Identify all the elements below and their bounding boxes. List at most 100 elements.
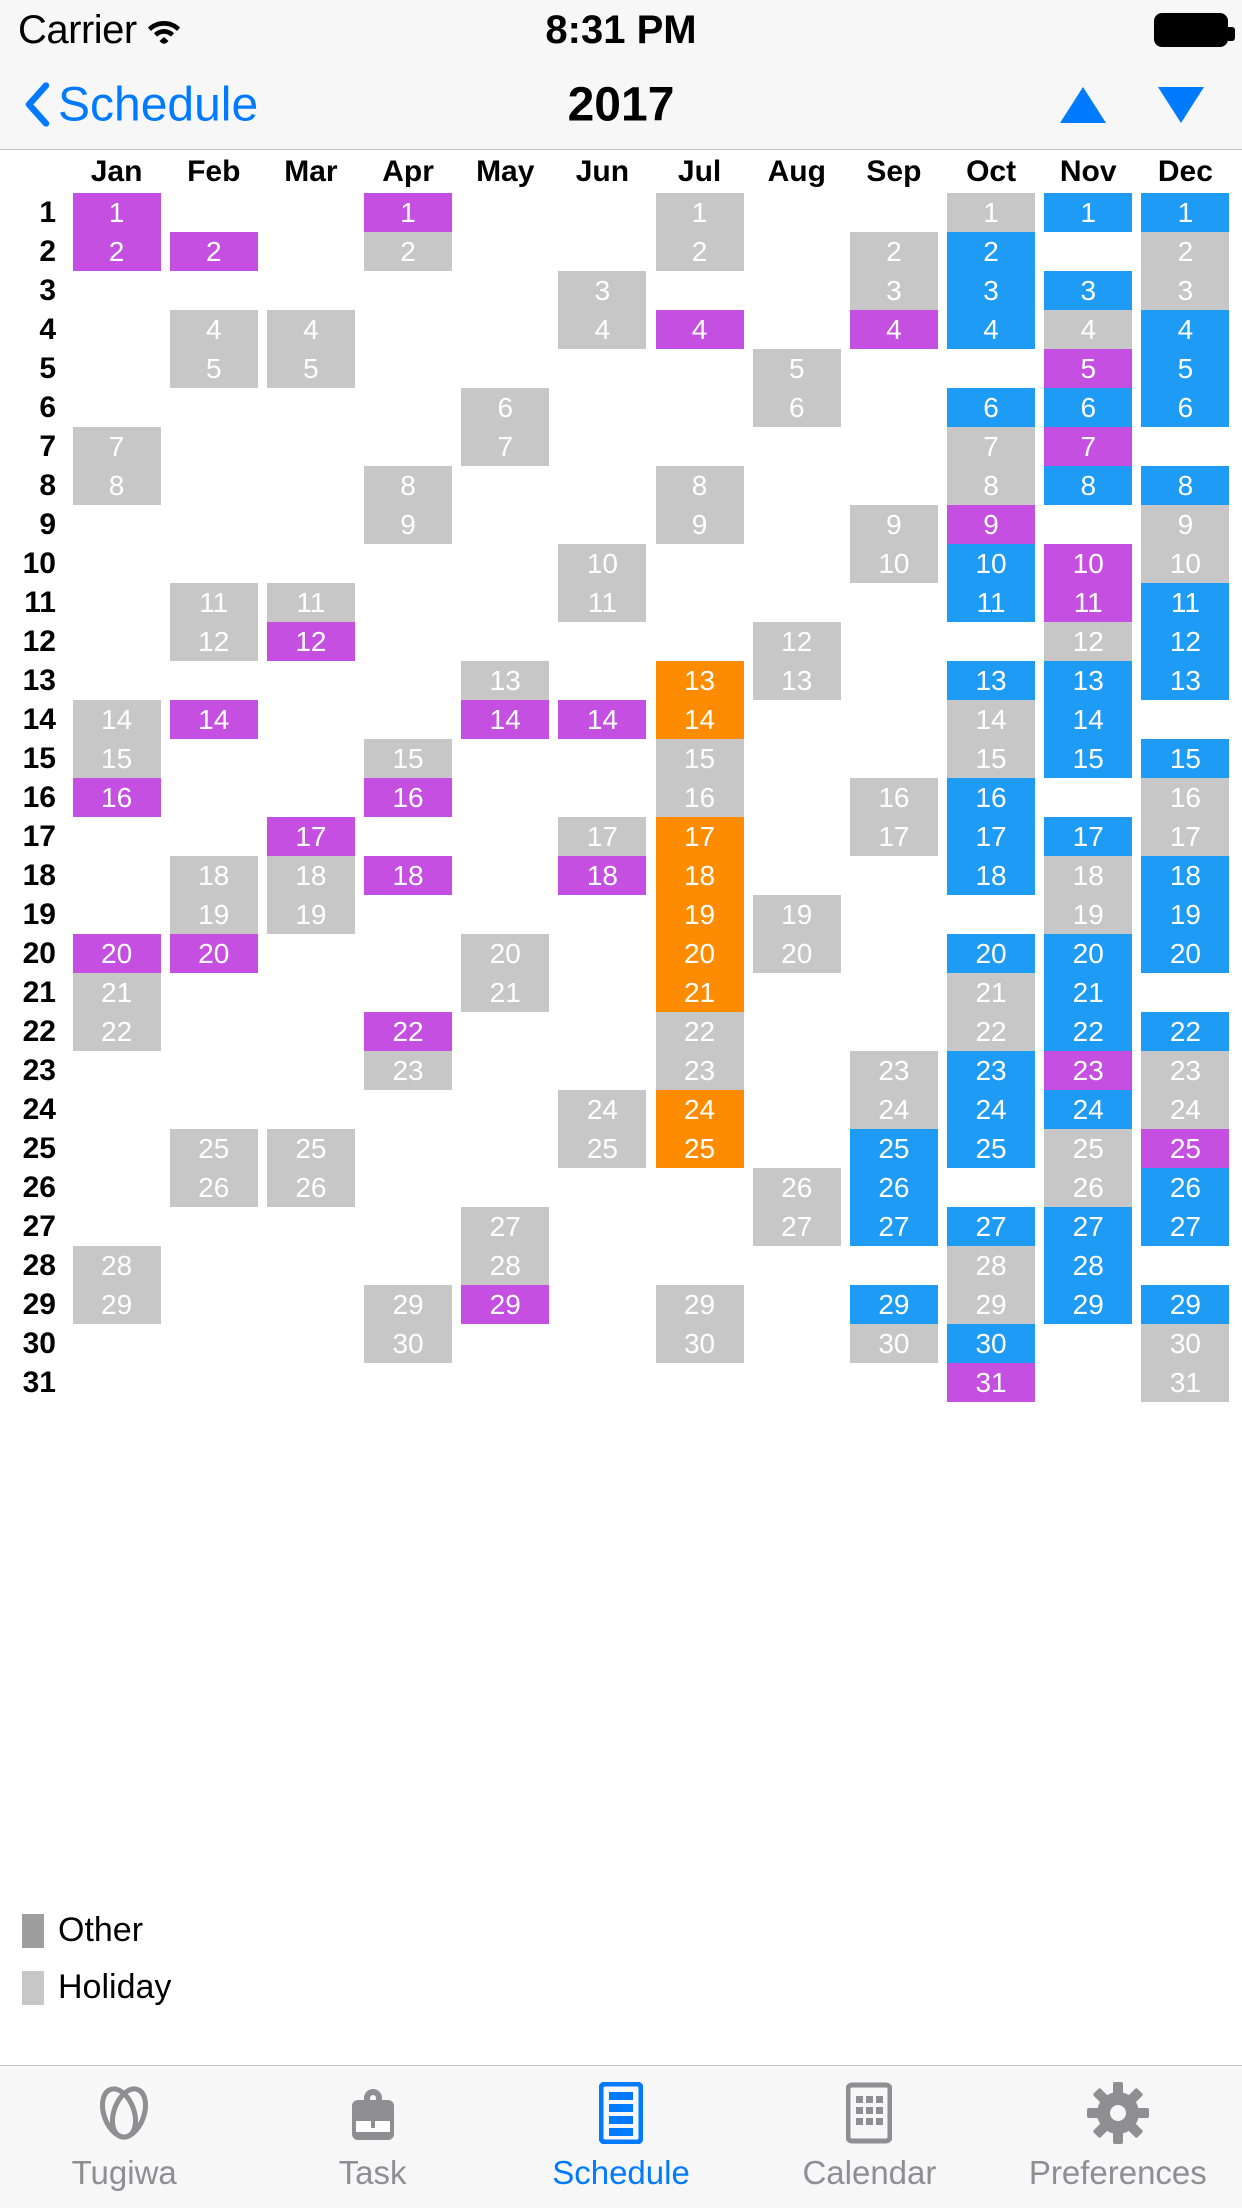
day-chip-feb-25[interactable]: 25	[169, 1129, 258, 1168]
day-chip-jun-24[interactable]: 24	[558, 1090, 647, 1129]
day-chip-feb-11[interactable]: 11	[169, 583, 258, 622]
day-chip-mar-26[interactable]: 26	[266, 1168, 355, 1207]
day-chip-jun-18[interactable]: 18	[558, 856, 647, 895]
tab-task[interactable]: Task	[248, 2066, 496, 2208]
day-chip-jul-13[interactable]: 13	[655, 661, 744, 700]
day-chip-jan-1[interactable]: 1	[72, 193, 161, 232]
day-chip-oct-2[interactable]: 2	[947, 232, 1036, 271]
triangle-up-icon[interactable]	[1060, 86, 1106, 123]
day-chip-mar-19[interactable]: 19	[266, 895, 355, 934]
day-chip-oct-7[interactable]: 7	[947, 427, 1036, 466]
day-chip-aug-6[interactable]: 6	[752, 388, 841, 427]
day-chip-dec-4[interactable]: 4	[1141, 310, 1230, 349]
day-chip-dec-24[interactable]: 24	[1141, 1090, 1230, 1129]
day-chip-oct-10[interactable]: 10	[947, 544, 1036, 583]
day-chip-apr-16[interactable]: 16	[364, 778, 453, 817]
day-chip-dec-29[interactable]: 29	[1141, 1285, 1230, 1324]
day-chip-dec-18[interactable]: 18	[1141, 856, 1230, 895]
day-chip-jun-25[interactable]: 25	[558, 1129, 647, 1168]
day-chip-nov-21[interactable]: 21	[1044, 973, 1133, 1012]
day-chip-oct-27[interactable]: 27	[947, 1207, 1036, 1246]
day-chip-jul-8[interactable]: 8	[655, 466, 744, 505]
day-chip-dec-31[interactable]: 31	[1141, 1363, 1230, 1402]
tab-calendar[interactable]: Calendar	[745, 2066, 993, 2208]
day-chip-dec-16[interactable]: 16	[1141, 778, 1230, 817]
day-chip-mar-25[interactable]: 25	[266, 1129, 355, 1168]
day-chip-may-7[interactable]: 7	[461, 427, 550, 466]
day-chip-dec-19[interactable]: 19	[1141, 895, 1230, 934]
day-chip-jan-15[interactable]: 15	[72, 739, 161, 778]
day-chip-jan-20[interactable]: 20	[72, 934, 161, 973]
day-chip-nov-5[interactable]: 5	[1044, 349, 1133, 388]
day-chip-feb-19[interactable]: 19	[169, 895, 258, 934]
day-chip-aug-26[interactable]: 26	[752, 1168, 841, 1207]
day-chip-mar-4[interactable]: 4	[266, 310, 355, 349]
day-chip-nov-22[interactable]: 22	[1044, 1012, 1133, 1051]
day-chip-apr-1[interactable]: 1	[364, 193, 453, 232]
day-chip-feb-18[interactable]: 18	[169, 856, 258, 895]
day-chip-oct-4[interactable]: 4	[947, 310, 1036, 349]
day-chip-dec-30[interactable]: 30	[1141, 1324, 1230, 1363]
day-chip-nov-7[interactable]: 7	[1044, 427, 1133, 466]
day-chip-may-29[interactable]: 29	[461, 1285, 550, 1324]
day-chip-may-14[interactable]: 14	[461, 700, 550, 739]
day-chip-jul-19[interactable]: 19	[655, 895, 744, 934]
day-chip-feb-12[interactable]: 12	[169, 622, 258, 661]
day-chip-nov-12[interactable]: 12	[1044, 622, 1133, 661]
day-chip-dec-12[interactable]: 12	[1141, 622, 1230, 661]
day-chip-jan-7[interactable]: 7	[72, 427, 161, 466]
day-chip-jan-2[interactable]: 2	[72, 232, 161, 271]
day-chip-oct-17[interactable]: 17	[947, 817, 1036, 856]
day-chip-sep-27[interactable]: 27	[849, 1207, 938, 1246]
day-chip-jul-18[interactable]: 18	[655, 856, 744, 895]
day-chip-jul-1[interactable]: 1	[655, 193, 744, 232]
tab-schedule[interactable]: Schedule	[497, 2066, 745, 2208]
day-chip-jul-14[interactable]: 14	[655, 700, 744, 739]
day-chip-nov-11[interactable]: 11	[1044, 583, 1133, 622]
day-chip-jul-25[interactable]: 25	[655, 1129, 744, 1168]
day-chip-feb-4[interactable]: 4	[169, 310, 258, 349]
day-chip-dec-10[interactable]: 10	[1141, 544, 1230, 583]
day-chip-jan-29[interactable]: 29	[72, 1285, 161, 1324]
day-chip-jan-21[interactable]: 21	[72, 973, 161, 1012]
day-chip-oct-9[interactable]: 9	[947, 505, 1036, 544]
day-chip-feb-20[interactable]: 20	[169, 934, 258, 973]
day-chip-oct-28[interactable]: 28	[947, 1246, 1036, 1285]
day-chip-jul-20[interactable]: 20	[655, 934, 744, 973]
day-chip-oct-6[interactable]: 6	[947, 388, 1036, 427]
day-chip-jul-15[interactable]: 15	[655, 739, 744, 778]
day-chip-dec-17[interactable]: 17	[1141, 817, 1230, 856]
day-chip-oct-3[interactable]: 3	[947, 271, 1036, 310]
day-chip-oct-23[interactable]: 23	[947, 1051, 1036, 1090]
day-chip-jan-28[interactable]: 28	[72, 1246, 161, 1285]
day-chip-dec-20[interactable]: 20	[1141, 934, 1230, 973]
day-chip-nov-17[interactable]: 17	[1044, 817, 1133, 856]
day-chip-dec-11[interactable]: 11	[1141, 583, 1230, 622]
tab-preferences[interactable]: Preferences	[994, 2066, 1242, 2208]
day-chip-nov-15[interactable]: 15	[1044, 739, 1133, 778]
day-chip-dec-3[interactable]: 3	[1141, 271, 1230, 310]
day-chip-dec-23[interactable]: 23	[1141, 1051, 1230, 1090]
day-chip-dec-15[interactable]: 15	[1141, 739, 1230, 778]
day-chip-jul-17[interactable]: 17	[655, 817, 744, 856]
day-chip-dec-13[interactable]: 13	[1141, 661, 1230, 700]
day-chip-jul-30[interactable]: 30	[655, 1324, 744, 1363]
day-chip-oct-16[interactable]: 16	[947, 778, 1036, 817]
day-chip-oct-25[interactable]: 25	[947, 1129, 1036, 1168]
day-chip-may-6[interactable]: 6	[461, 388, 550, 427]
day-chip-jul-24[interactable]: 24	[655, 1090, 744, 1129]
day-chip-may-21[interactable]: 21	[461, 973, 550, 1012]
day-chip-apr-9[interactable]: 9	[364, 505, 453, 544]
day-chip-apr-18[interactable]: 18	[364, 856, 453, 895]
day-chip-jun-3[interactable]: 3	[558, 271, 647, 310]
day-chip-nov-19[interactable]: 19	[1044, 895, 1133, 934]
day-chip-nov-25[interactable]: 25	[1044, 1129, 1133, 1168]
day-chip-nov-4[interactable]: 4	[1044, 310, 1133, 349]
day-chip-may-20[interactable]: 20	[461, 934, 550, 973]
day-chip-jan-8[interactable]: 8	[72, 466, 161, 505]
day-chip-oct-1[interactable]: 1	[947, 193, 1036, 232]
day-chip-oct-14[interactable]: 14	[947, 700, 1036, 739]
day-chip-aug-20[interactable]: 20	[752, 934, 841, 973]
day-chip-dec-1[interactable]: 1	[1141, 193, 1230, 232]
day-chip-sep-29[interactable]: 29	[849, 1285, 938, 1324]
